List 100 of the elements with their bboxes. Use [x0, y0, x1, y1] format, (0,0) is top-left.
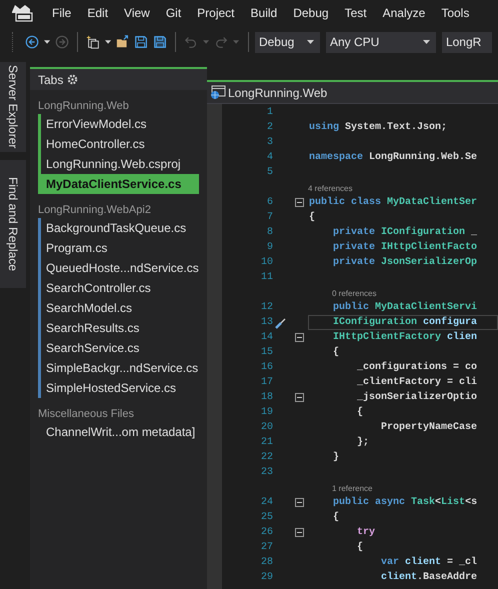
save-icon[interactable]: [134, 34, 149, 50]
code-line: public async Task<List<s: [332, 496, 478, 510]
code-lens[interactable]: 1 reference: [332, 483, 372, 495]
app-logo-icon: [11, 4, 33, 22]
line-number: 26: [260, 526, 273, 540]
code-line: var client = _cl: [380, 556, 478, 570]
tab-list-item[interactable]: SearchResults.cs: [41, 318, 199, 338]
line-number: 24: [260, 496, 273, 510]
code-line: public MyDataClientServi: [332, 300, 478, 315]
collapse-icon[interactable]: [294, 198, 304, 207]
group-heading: Miscellaneous Files: [37, 407, 135, 422]
line-number: 11: [260, 271, 273, 285]
line-number: 14: [260, 331, 273, 345]
tab-list-item[interactable]: SearchModel.cs: [41, 298, 199, 318]
code-line: PropertyNameCase: [380, 421, 478, 435]
open-folder-icon[interactable]: [116, 34, 130, 50]
code-lens[interactable]: 4 references: [308, 183, 352, 195]
config-dropdown[interactable]: Debug: [254, 32, 320, 52]
tab-list-item[interactable]: ErrorViewModel.cs: [41, 114, 199, 134]
tab-list-item[interactable]: SearchService.cs: [41, 338, 199, 358]
code-line: namespace LongRunning.Web.Se: [309, 150, 478, 165]
collapse-icon[interactable]: [294, 528, 304, 537]
group-heading: LongRunning.WebApi2: [37, 203, 152, 218]
web-project-icon: [210, 85, 226, 100]
caret-icon[interactable]: [44, 40, 50, 44]
line-number: 20: [260, 421, 273, 435]
code-line: }: [332, 450, 340, 465]
back-icon[interactable]: [24, 34, 39, 50]
menu-item[interactable]: File: [45, 2, 78, 24]
code-lens[interactable]: 0 references: [332, 288, 376, 300]
save-all-icon[interactable]: [152, 34, 167, 50]
code-line: private IConfiguration _: [332, 226, 478, 240]
side-tab[interactable]: Find and Replace: [0, 160, 26, 288]
config-dropdown[interactable]: Any CPU: [326, 32, 436, 52]
screwdriver-icon[interactable]: [274, 316, 287, 328]
menu-item[interactable]: Analyze: [376, 2, 432, 24]
line-number: 13: [260, 316, 273, 330]
line-number: 6: [266, 196, 273, 210]
line-number: 16: [260, 361, 273, 375]
line-number: 22: [260, 451, 273, 465]
code-line: IHttpClientFactory clien: [332, 330, 478, 345]
tab-list-item[interactable]: QueuedHoste...ndService.cs: [41, 258, 199, 278]
line-number: 27: [260, 541, 273, 555]
menu-item[interactable]: Git: [158, 2, 188, 24]
line-number: 5: [266, 166, 273, 180]
collapse-icon[interactable]: [294, 393, 304, 402]
line-number: 2: [266, 121, 273, 135]
side-tab[interactable]: Server Explorer: [0, 62, 26, 152]
config-dropdown[interactable]: LongR: [442, 32, 492, 52]
code-line: {: [356, 406, 364, 420]
tab-list-item[interactable]: HomeController.cs: [41, 134, 199, 154]
collapse-icon[interactable]: [294, 498, 304, 507]
line-number: 29: [260, 571, 273, 585]
tab-list-item[interactable]: BackgroundTaskQueue.cs: [41, 218, 199, 238]
caret-icon: [422, 40, 430, 44]
line-number: 21: [260, 436, 273, 450]
tab-list-item[interactable]: MyDataClientService.cs: [38, 174, 199, 194]
tab-list-item[interactable]: SimpleHostedService.cs: [41, 378, 199, 398]
line-number: 4: [266, 151, 273, 165]
line-number: 25: [260, 511, 273, 525]
menu-item[interactable]: Debug: [286, 2, 336, 24]
line-number: 9: [266, 241, 273, 255]
tab-list-item[interactable]: SearchController.cs: [41, 278, 199, 298]
menu-item[interactable]: Tools: [434, 2, 476, 24]
code-line: client.BaseAddre: [380, 570, 478, 585]
line-number: 8: [266, 226, 273, 240]
new-item-icon[interactable]: [86, 34, 100, 50]
code-line: using System.Text.Json;: [309, 120, 448, 135]
line-number: 18: [260, 391, 273, 405]
code-line: {: [356, 540, 364, 555]
caret-icon[interactable]: [105, 40, 112, 44]
menu-item[interactable]: Project: [190, 2, 242, 24]
code-line: private IHttpClientFacto: [332, 240, 478, 255]
code-line: {: [309, 210, 316, 225]
code-line: _configurations = co: [356, 360, 478, 375]
code-line: public class MyDataClientSer: [309, 196, 478, 210]
code-line: {: [332, 510, 340, 525]
line-number: 7: [266, 211, 273, 225]
panel-title: Tabs: [38, 72, 64, 88]
menu-item[interactable]: Edit: [80, 2, 116, 24]
line-number: 12: [260, 301, 273, 315]
line-number: 23: [260, 466, 273, 480]
menu-item[interactable]: Test: [338, 2, 374, 24]
tab-list-item[interactable]: Program.cs: [41, 238, 199, 258]
line-number: 17: [260, 376, 273, 390]
line-number: 3: [266, 136, 273, 150]
code-line: };: [356, 436, 370, 450]
code-line: _jsonSerializerOptio: [356, 390, 478, 405]
code-line: try: [356, 526, 376, 540]
code-line: {: [332, 346, 340, 360]
menu-item[interactable]: Build: [244, 2, 284, 24]
collapse-icon[interactable]: [294, 333, 304, 342]
settings-icon[interactable]: [67, 74, 78, 85]
tab-list-item[interactable]: ChannelWrit...om metadata]: [41, 422, 199, 442]
line-number: 28: [260, 556, 273, 570]
menu-item[interactable]: View: [117, 2, 157, 24]
code-line: _clientFactory = cli: [356, 376, 478, 390]
tab-list-item[interactable]: SimpleBackgr...ndService.cs: [41, 358, 199, 378]
tab-list-item[interactable]: LongRunning.Web.csproj: [41, 154, 199, 174]
code-line: IConfiguration configura: [332, 316, 478, 330]
